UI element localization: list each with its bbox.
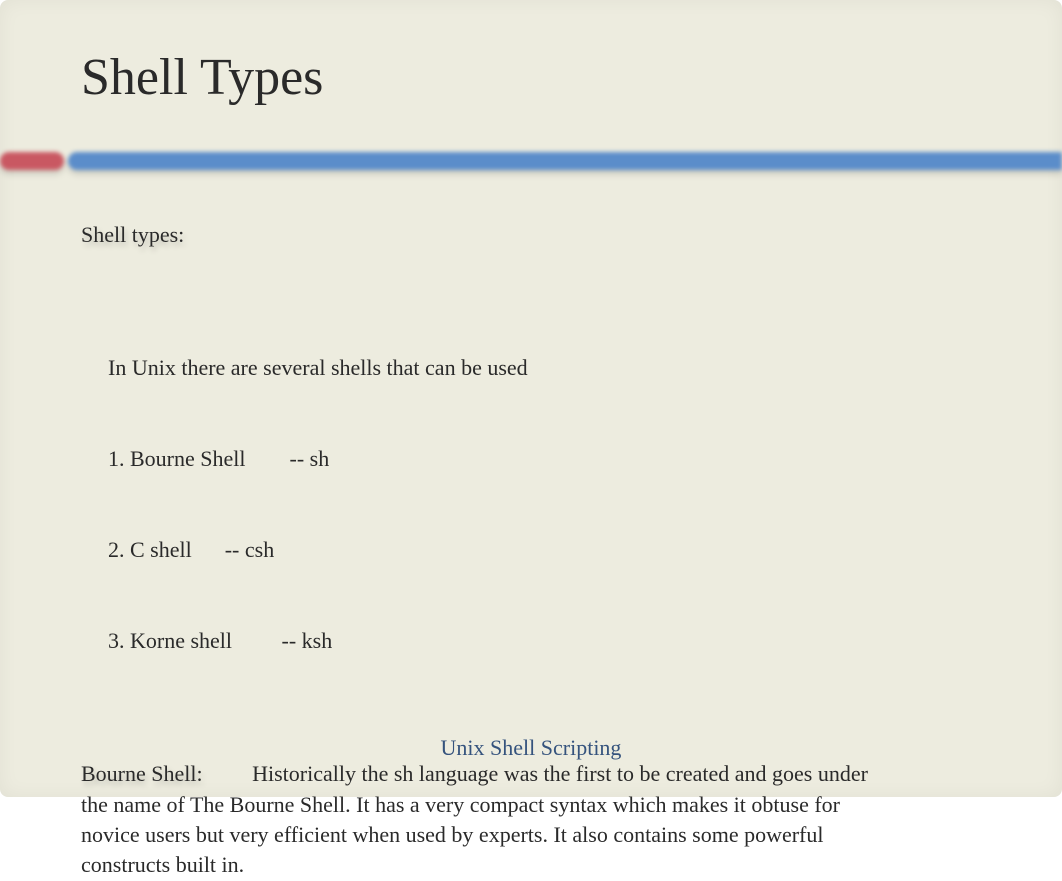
intro-line: In Unix there are several shells that ca…: [108, 353, 882, 383]
divider: [0, 148, 1062, 174]
bourne-paragraph: Bourne Shell: Historically the sh langua…: [81, 759, 882, 880]
section-label: Shell types:: [81, 220, 882, 250]
shell-item: 1. Bourne Shell -- sh: [108, 444, 882, 474]
shell-item: 2. C shell -- csh: [108, 535, 882, 565]
shell-item: 3. Korne shell -- ksh: [108, 626, 882, 656]
section-label-text: Shell types:: [81, 220, 184, 250]
bourne-label: Bourne Shell:: [81, 759, 203, 789]
footer-text: Unix Shell Scripting: [0, 735, 1062, 761]
divider-blue-segment: [68, 152, 1062, 170]
content-area: Shell types: In Unix there are several s…: [81, 220, 882, 881]
divider-red-segment: [0, 152, 64, 170]
page-title: Shell Types: [81, 48, 323, 107]
shell-list: In Unix there are several shells that ca…: [108, 292, 882, 717]
slide-container: Shell Types Shell types: In Unix there a…: [0, 0, 1062, 797]
